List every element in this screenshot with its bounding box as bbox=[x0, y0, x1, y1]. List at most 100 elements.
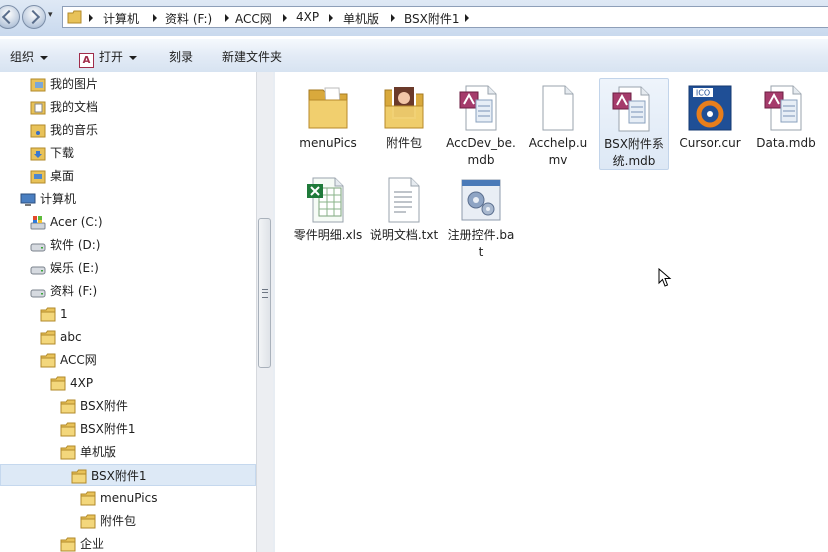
folder-icon bbox=[60, 399, 76, 414]
folder-icon bbox=[60, 422, 76, 437]
nav-item[interactable]: BSX附件 bbox=[60, 395, 256, 417]
file-label: 附件包 bbox=[385, 136, 422, 150]
file-label: menuPics bbox=[299, 136, 357, 150]
breadcrumb-separator[interactable] bbox=[153, 14, 157, 22]
photo-folder-icon bbox=[384, 85, 424, 129]
nav-item[interactable]: abc bbox=[40, 326, 256, 348]
nav-item[interactable]: 娱乐 (E:) bbox=[30, 257, 256, 279]
access-db-icon bbox=[764, 85, 802, 131]
nav-item[interactable]: 企业 bbox=[60, 533, 256, 552]
folder-icon bbox=[80, 514, 96, 529]
nav-item-label: BSX附件1 bbox=[91, 469, 147, 483]
nav-item[interactable]: Acer (C:) bbox=[30, 211, 256, 233]
file-item[interactable]: Data.mdb bbox=[751, 78, 821, 170]
pictures-folder-icon bbox=[30, 78, 46, 92]
file-item[interactable]: Acchelp.umv bbox=[523, 78, 593, 170]
nav-item-label: Acer (C:) bbox=[50, 215, 103, 229]
nav-item[interactable]: BSX附件1 bbox=[60, 418, 256, 440]
breadcrumb-drive-f[interactable]: 资料 (F:) bbox=[165, 10, 212, 27]
organize-button[interactable]: 组织 bbox=[10, 48, 49, 65]
folder-icon bbox=[50, 376, 66, 391]
nav-item[interactable]: 我的文档 bbox=[30, 96, 256, 118]
file-item[interactable]: 说明文档.txt bbox=[369, 170, 439, 262]
nav-item-label: BSX附件1 bbox=[80, 422, 136, 436]
nav-item-label: 4XP bbox=[70, 376, 94, 390]
breadcrumb-separator[interactable] bbox=[283, 14, 287, 22]
nav-item-label: 我的文档 bbox=[50, 100, 99, 114]
file-item[interactable]: menuPics bbox=[293, 78, 363, 170]
nav-item[interactable]: 1 bbox=[40, 303, 256, 325]
excel-file-icon bbox=[307, 177, 344, 223]
scrollbar-thumb[interactable] bbox=[258, 218, 271, 368]
system-drive-icon bbox=[30, 216, 46, 230]
file-item[interactable]: AccDev_be.mdb bbox=[446, 78, 516, 170]
nav-item[interactable]: 附件包 bbox=[80, 510, 256, 532]
breadcrumb-separator[interactable] bbox=[391, 14, 395, 22]
nav-item-label: 软件 (D:) bbox=[50, 238, 101, 252]
folder-icon bbox=[40, 353, 56, 368]
file-item[interactable]: 附件包 bbox=[369, 78, 439, 170]
nav-item-label: menuPics bbox=[100, 491, 158, 505]
file-item[interactable]: ICO Cursor.cur bbox=[675, 78, 745, 170]
open-button[interactable]: A 打开 bbox=[79, 48, 138, 68]
folder-icon bbox=[60, 445, 76, 460]
file-label: 注册控件.bat bbox=[447, 228, 515, 259]
nav-item-label: 1 bbox=[60, 307, 68, 321]
breadcrumb-computer[interactable]: 计算机 bbox=[103, 10, 139, 27]
text-file-icon bbox=[388, 177, 420, 223]
breadcrumb-acc[interactable]: ACC网 bbox=[235, 10, 272, 27]
nav-item-label: 计算机 bbox=[40, 192, 77, 206]
access-app-icon: A bbox=[79, 53, 94, 68]
nav-item[interactable]: 下载 bbox=[30, 142, 256, 164]
breadcrumb-bsx1[interactable]: BSX附件1 bbox=[404, 10, 460, 27]
nav-item-label: 资料 (F:) bbox=[50, 284, 98, 298]
batch-file-icon bbox=[461, 179, 501, 221]
nav-item[interactable]: 桌面 bbox=[30, 165, 256, 187]
nav-item[interactable]: 4XP bbox=[50, 372, 256, 394]
file-list: menuPics 附件包 AccDev_be.mdb Acchelp.umv BSX附件… bbox=[275, 72, 828, 552]
nav-item-label: 附件包 bbox=[100, 514, 137, 528]
downloads-folder-icon bbox=[30, 147, 46, 161]
nav-item-label: abc bbox=[60, 330, 82, 344]
new-folder-button[interactable]: 新建文件夹 bbox=[222, 48, 282, 65]
file-item[interactable]: 注册控件.bat bbox=[446, 170, 516, 262]
generic-file-icon bbox=[542, 85, 574, 131]
nav-item[interactable]: 我的音乐 bbox=[30, 119, 256, 141]
breadcrumb-4xp[interactable]: 4XP bbox=[296, 10, 319, 24]
folder-icon bbox=[71, 469, 87, 484]
back-button[interactable] bbox=[0, 5, 20, 29]
nav-item[interactable]: BSX附件1 bbox=[0, 464, 256, 486]
nav-item[interactable]: 软件 (D:) bbox=[30, 234, 256, 256]
breadcrumb-separator[interactable] bbox=[465, 14, 469, 22]
file-item[interactable]: 零件明细.xls bbox=[293, 170, 363, 262]
breadcrumb-separator[interactable] bbox=[89, 14, 93, 22]
file-label: Acchelp.umv bbox=[528, 136, 588, 167]
nav-item[interactable]: menuPics bbox=[80, 487, 256, 509]
nav-scrollbar[interactable] bbox=[256, 72, 273, 552]
breadcrumb-separator[interactable] bbox=[225, 14, 229, 22]
nav-item-label: 下载 bbox=[50, 146, 75, 160]
breadcrumb-separator[interactable] bbox=[329, 14, 333, 22]
file-label: 零件明细.xls bbox=[293, 228, 363, 242]
nav-item[interactable]: ACC网 bbox=[40, 349, 256, 371]
nav-item-label: BSX附件 bbox=[80, 399, 128, 413]
svg-text:ICO: ICO bbox=[696, 89, 710, 98]
nav-item[interactable]: 计算机 bbox=[20, 188, 256, 210]
folder-icon bbox=[80, 491, 96, 506]
chevron-down-icon bbox=[129, 55, 138, 60]
folder-icon bbox=[67, 10, 82, 24]
file-label: AccDev_be.mdb bbox=[446, 136, 516, 167]
forward-button[interactable] bbox=[22, 5, 46, 29]
folder-icon bbox=[40, 307, 56, 322]
access-db-icon bbox=[612, 86, 650, 132]
burn-button[interactable]: 刻录 bbox=[169, 48, 193, 65]
music-folder-icon bbox=[30, 124, 46, 138]
breadcrumb-standalone[interactable]: 单机版 bbox=[343, 10, 379, 27]
nav-item[interactable]: 我的图片 bbox=[30, 73, 256, 95]
recent-pages-dropdown[interactable]: ▾ bbox=[48, 10, 53, 20]
folder-icon bbox=[40, 330, 56, 345]
file-item[interactable]: BSX附件系统.mdb bbox=[599, 78, 669, 170]
nav-item[interactable]: 单机版 bbox=[60, 441, 256, 463]
nav-item[interactable]: 资料 (F:) bbox=[30, 280, 256, 302]
address-box[interactable]: 计算机 资料 (F:) ACC网 4XP 单机版 BSX附件1 bbox=[62, 6, 828, 28]
